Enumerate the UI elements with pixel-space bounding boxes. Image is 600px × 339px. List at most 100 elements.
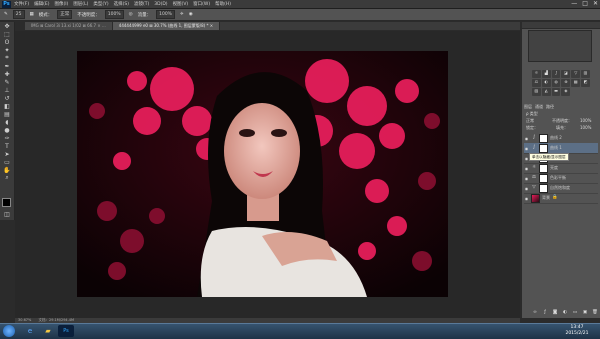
pressure-size-icon[interactable]: ◉ bbox=[189, 12, 193, 17]
crop-tool-icon[interactable]: ⌗ bbox=[0, 54, 14, 62]
color-balance-icon[interactable]: ⚖ bbox=[532, 79, 541, 87]
quick-select-tool-icon[interactable]: ✦ bbox=[0, 46, 14, 54]
layer-mask-thumbnail[interactable] bbox=[539, 173, 548, 183]
tab-document-2[interactable]: 444444999 e0 ⊠ 30.7% (曲线 1, 图层蒙版/8) * × bbox=[112, 22, 221, 30]
hue-saturation-icon[interactable]: ▥ bbox=[581, 70, 590, 78]
foreground-color-swatch[interactable] bbox=[2, 198, 11, 207]
visibility-eye-icon[interactable]: ◉ bbox=[524, 176, 529, 181]
new-adjustment-icon[interactable]: ◐ bbox=[562, 310, 568, 316]
posterize-icon[interactable]: ▨ bbox=[532, 88, 541, 96]
fill-field[interactable]: 100% bbox=[580, 125, 591, 131]
move-tool-icon[interactable]: ✥ bbox=[0, 22, 14, 30]
stamp-tool-icon[interactable]: ⊥ bbox=[0, 86, 14, 94]
photo-filter-icon[interactable]: ◍ bbox=[551, 79, 561, 87]
layer-mask-thumbnail[interactable] bbox=[539, 143, 548, 153]
selective-color-icon[interactable]: ◈ bbox=[561, 88, 571, 96]
document-image[interactable] bbox=[77, 51, 448, 297]
marquee-tool-icon[interactable]: ⬚ bbox=[0, 30, 14, 38]
start-button[interactable] bbox=[3, 325, 15, 337]
pen-tool-icon[interactable]: ✑ bbox=[0, 134, 14, 142]
new-layer-icon[interactable]: ▣ bbox=[582, 310, 588, 316]
tab-channels[interactable]: 通道 bbox=[535, 104, 543, 110]
channel-mixer-icon[interactable]: ⊕ bbox=[561, 79, 571, 87]
healing-tool-icon[interactable]: ✚ bbox=[0, 70, 14, 78]
menu-item-edit[interactable]: 编辑(E) bbox=[34, 1, 49, 7]
visibility-eye-icon[interactable]: ◉ bbox=[524, 186, 529, 191]
type-tool-icon[interactable]: T bbox=[0, 142, 14, 150]
zoom-tool-icon[interactable]: ⌕ bbox=[0, 174, 14, 182]
tab-document-1[interactable]: IMG ⊠ Carol 3i 13.xi 1/02 ⊠ 66.7 × ... bbox=[25, 22, 113, 30]
vibrance-icon[interactable]: ▽ bbox=[571, 70, 581, 78]
levels-icon[interactable]: ▟ bbox=[541, 70, 551, 78]
path-select-tool-icon[interactable]: ➤ bbox=[0, 150, 14, 158]
menu-item-select[interactable]: 选择(S) bbox=[114, 1, 129, 7]
maximize-button[interactable]: □ bbox=[582, 0, 588, 7]
menu-item-file[interactable]: 文件(F) bbox=[14, 1, 29, 7]
close-button[interactable]: ✕ bbox=[593, 0, 598, 7]
tab-paths[interactable]: 路径 bbox=[546, 104, 554, 110]
brush-panel-icon[interactable]: ▦ bbox=[30, 12, 34, 17]
layer-row[interactable]: ◉ 背景 🔒 bbox=[524, 193, 598, 204]
layer-mask-thumbnail[interactable] bbox=[539, 133, 548, 143]
exposure-icon[interactable]: ◪ bbox=[561, 70, 571, 78]
tab-layers[interactable]: 图层 bbox=[524, 104, 532, 110]
layer-mask-thumbnail[interactable] bbox=[539, 183, 548, 193]
flow-field[interactable]: 100% bbox=[156, 10, 175, 19]
layer-mask-thumbnail[interactable] bbox=[539, 163, 548, 173]
zoom-readout[interactable]: 30.67% bbox=[18, 318, 31, 322]
visibility-eye-icon[interactable]: ◉ bbox=[524, 166, 529, 171]
invert-icon[interactable]: ◩ bbox=[581, 79, 590, 87]
pressure-opacity-icon[interactable]: ◎ bbox=[129, 12, 133, 17]
layers-panel-tabs: 图层 通道 路径 bbox=[524, 104, 598, 110]
menu-item-filter[interactable]: 滤镜(T) bbox=[134, 1, 149, 7]
trash-icon[interactable]: 🗑 bbox=[592, 310, 598, 316]
mode-select[interactable]: 正常 bbox=[57, 10, 73, 19]
ie-icon[interactable]: e bbox=[22, 325, 38, 337]
system-clock[interactable]: 13:47 2015/2/21 bbox=[562, 325, 592, 337]
visibility-eye-icon[interactable]: ◉ bbox=[524, 146, 529, 151]
blend-mode-select[interactable]: 正常 bbox=[526, 118, 534, 124]
hand-tool-icon[interactable]: ✋ bbox=[0, 166, 14, 174]
folder-icon[interactable]: ▰ bbox=[40, 325, 56, 337]
lock-label: 锁定： bbox=[526, 125, 538, 130]
visibility-eye-icon[interactable]: ◉ bbox=[524, 136, 529, 141]
visibility-eye-icon[interactable]: ◉ bbox=[524, 196, 529, 201]
new-group-icon[interactable]: ▭ bbox=[572, 310, 578, 316]
quick-mask-icon[interactable]: ◫ bbox=[0, 210, 14, 218]
color-lookup-icon[interactable]: ▦ bbox=[571, 79, 581, 87]
menu-item-type[interactable]: 类型(Y) bbox=[93, 1, 108, 7]
menu-item-view[interactable]: 视图(V) bbox=[173, 1, 189, 7]
gradient-map-icon[interactable]: ▬ bbox=[551, 88, 561, 96]
menu-item-3d[interactable]: 3D(D) bbox=[154, 2, 167, 7]
link-layers-icon[interactable]: ∞ bbox=[532, 310, 538, 316]
navigator-panel[interactable] bbox=[528, 30, 592, 62]
brush-tool-icon-panel[interactable]: ✎ bbox=[0, 78, 14, 86]
menu-item-help[interactable]: 帮助(H) bbox=[215, 1, 231, 7]
curves-icon[interactable]: ∫ bbox=[551, 70, 561, 78]
threshold-icon[interactable]: ◭ bbox=[541, 88, 551, 96]
minimize-button[interactable]: — bbox=[571, 0, 577, 7]
shape-tool-icon[interactable]: ▭ bbox=[0, 158, 14, 166]
gradient-tool-icon[interactable]: ▤ bbox=[0, 110, 14, 118]
opacity-field[interactable]: 100% bbox=[104, 10, 124, 19]
photoshop-taskbar-icon[interactable]: Ps bbox=[58, 325, 74, 337]
eraser-tool-icon[interactable]: ◧ bbox=[0, 102, 14, 110]
eyedropper-tool-icon[interactable]: ✒ bbox=[0, 62, 14, 70]
menu-item-layer[interactable]: 图层(L) bbox=[73, 1, 88, 7]
brightness-contrast-icon[interactable]: ☼ bbox=[532, 70, 541, 78]
blur-tool-icon[interactable]: ◖ bbox=[0, 118, 14, 126]
fx-icon[interactable]: ƒ bbox=[542, 310, 548, 316]
layer-opacity-field[interactable]: 100% bbox=[580, 118, 591, 124]
background-layer-thumbnail[interactable] bbox=[531, 193, 540, 203]
lasso-tool-icon[interactable]: ʘ bbox=[0, 38, 14, 46]
brush-size-field[interactable]: 25 bbox=[12, 10, 25, 19]
brush-tool-icon[interactable]: ✎ bbox=[4, 12, 8, 17]
add-mask-icon[interactable]: ◙ bbox=[552, 310, 558, 316]
black-white-icon[interactable]: ◐ bbox=[541, 79, 551, 87]
menu-item-window[interactable]: 窗口(W) bbox=[193, 1, 210, 7]
airbrush-icon[interactable]: ✈ bbox=[180, 12, 184, 17]
layer-filter-select[interactable]: ρ 类型 bbox=[526, 111, 538, 117]
dodge-tool-icon[interactable]: ● bbox=[0, 126, 14, 134]
history-brush-icon[interactable]: ↺ bbox=[0, 94, 14, 102]
menu-item-image[interactable]: 图像(I) bbox=[54, 1, 68, 7]
